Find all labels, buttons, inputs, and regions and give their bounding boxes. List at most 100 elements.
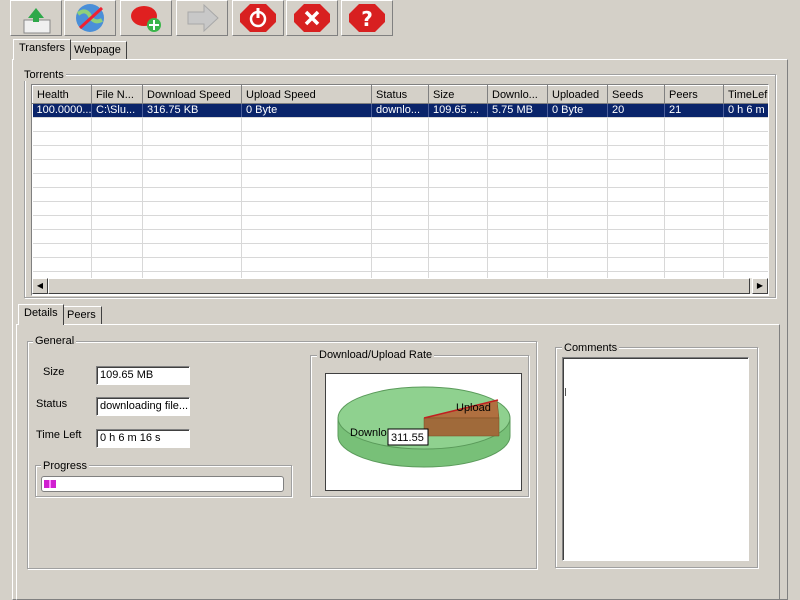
tab-peers[interactable]: Peers	[61, 306, 102, 325]
table-cell	[547, 215, 608, 230]
tab-details[interactable]: Details	[18, 304, 64, 325]
table-cell	[664, 229, 724, 244]
table-cell	[371, 145, 429, 160]
table-row[interactable]	[32, 131, 768, 146]
column-header[interactable]: Downlo...	[487, 85, 548, 104]
column-header[interactable]: Status	[371, 85, 429, 104]
column-header[interactable]: Peers	[664, 85, 724, 104]
tab-webpage[interactable]: Webpage	[68, 41, 127, 60]
table-cell	[371, 229, 429, 244]
table-cell	[547, 229, 608, 244]
table-cell: 0 Byte	[547, 103, 608, 118]
table-cell	[241, 117, 372, 132]
table-row[interactable]	[32, 173, 768, 188]
table-cell	[142, 215, 242, 230]
power-icon	[240, 4, 276, 32]
table-cell	[487, 145, 548, 160]
torrent-list[interactable]: Health File N... Download Speed Upload Spee…	[31, 84, 769, 296]
scroll-left-button[interactable]: ◀	[32, 278, 48, 294]
status-field[interactable]: downloading file...	[96, 397, 190, 416]
table-cell: 100.0000...	[32, 103, 92, 118]
table-cell: downlo...	[371, 103, 429, 118]
table-cell	[32, 131, 92, 146]
resume-button[interactable]	[176, 0, 228, 36]
torrent-list-hscrollbar[interactable]: ◀ ▶	[32, 278, 768, 294]
progress-bar-fill	[44, 480, 56, 488]
table-row[interactable]	[32, 187, 768, 202]
table-cell	[142, 145, 242, 160]
scroll-right-button[interactable]: ▶	[752, 278, 768, 294]
scroll-thumb[interactable]	[48, 278, 750, 294]
tab-transfers[interactable]: Transfers	[13, 39, 72, 60]
time-left-field[interactable]: 0 h 6 m 16 s	[96, 429, 190, 448]
stop-icon	[294, 4, 330, 32]
svg-text:?: ?	[361, 7, 373, 31]
table-row[interactable]: 100.0000... C:\Slu... 316.75 KB 0 Byte downl…	[32, 103, 768, 118]
table-cell	[371, 131, 429, 146]
table-cell	[91, 159, 143, 174]
table-cell	[428, 173, 488, 188]
table-cell	[91, 173, 143, 188]
table-row[interactable]	[32, 117, 768, 132]
table-cell	[91, 145, 143, 160]
open-file-button[interactable]	[10, 0, 62, 36]
column-header[interactable]: Size	[428, 85, 488, 104]
table-cell	[547, 243, 608, 258]
table-cell	[607, 187, 665, 202]
web-button[interactable]	[64, 0, 116, 36]
table-row[interactable]	[32, 257, 768, 272]
table-cell	[723, 215, 768, 230]
column-header[interactable]: Uploaded	[547, 85, 608, 104]
table-cell	[371, 117, 429, 132]
table-cell	[487, 243, 548, 258]
table-cell	[91, 201, 143, 216]
add-torrent-button[interactable]	[120, 0, 172, 36]
table-cell: 109.65 ...	[428, 103, 488, 118]
table-row[interactable]	[32, 201, 768, 216]
table-cell	[142, 173, 242, 188]
size-field[interactable]: 109.65 MB	[96, 366, 190, 385]
table-row[interactable]	[32, 159, 768, 174]
table-cell	[428, 215, 488, 230]
table-row[interactable]	[32, 215, 768, 230]
rate-pie-chart: Upload Downlo 311.55	[337, 386, 511, 468]
table-cell	[607, 229, 665, 244]
table-cell	[723, 173, 768, 188]
rate-chart: Upload Downlo 311.55	[325, 373, 522, 491]
comments-textarea[interactable]	[562, 357, 749, 561]
table-cell	[547, 173, 608, 188]
column-header[interactable]: File N...	[91, 85, 143, 104]
table-cell	[547, 159, 608, 174]
column-header[interactable]: Download Speed	[142, 85, 242, 104]
add-torrent-icon	[131, 6, 161, 32]
progress-bar	[41, 476, 284, 492]
table-row[interactable]	[32, 145, 768, 160]
table-cell	[428, 159, 488, 174]
table-cell	[241, 173, 372, 188]
table-cell	[487, 131, 548, 146]
column-header[interactable]: TimeLef	[723, 85, 768, 104]
text-caret	[565, 388, 566, 396]
comments-group-label: Comments	[562, 342, 620, 354]
upload-slice-label: Upload	[456, 402, 491, 414]
table-cell	[547, 187, 608, 202]
table-cell	[487, 173, 548, 188]
table-row[interactable]	[32, 243, 768, 258]
column-header[interactable]: Health	[32, 85, 92, 104]
table-cell	[487, 117, 548, 132]
table-row[interactable]	[32, 229, 768, 244]
shutdown-button[interactable]	[232, 0, 284, 36]
column-header[interactable]: Seeds	[607, 85, 665, 104]
time-left-label: Time Left	[36, 429, 82, 441]
table-cell: 21	[664, 103, 724, 118]
progress-group-label: Progress	[41, 460, 90, 472]
table-cell	[664, 145, 724, 160]
stop-button[interactable]	[286, 0, 338, 36]
table-cell	[607, 215, 665, 230]
table-cell: C:\Slu...	[91, 103, 143, 118]
help-button[interactable]: ?	[341, 0, 393, 36]
table-cell	[547, 257, 608, 272]
torrents-group-label: Torrents	[22, 69, 66, 81]
table-cell	[607, 145, 665, 160]
column-header[interactable]: Upload Speed	[241, 85, 372, 104]
